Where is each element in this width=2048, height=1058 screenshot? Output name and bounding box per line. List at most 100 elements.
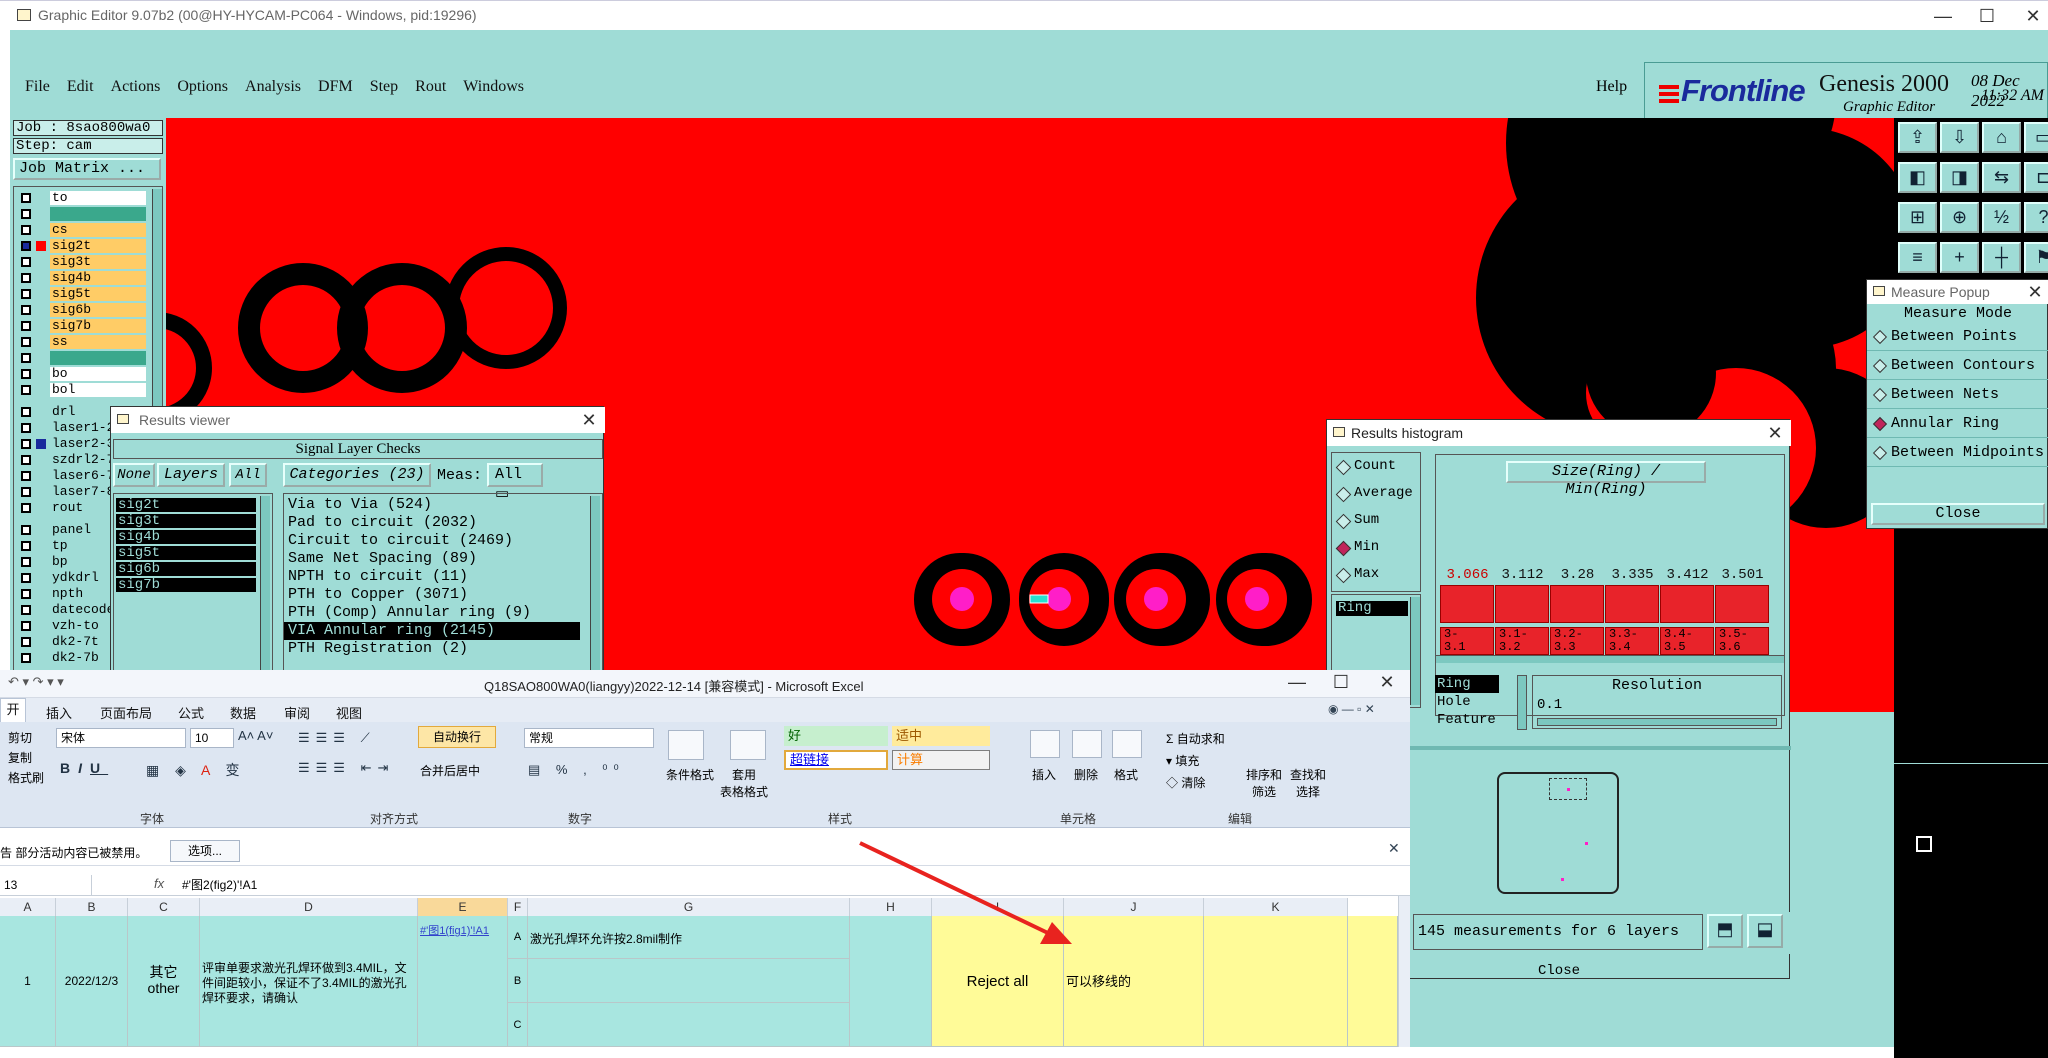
layer-checkbox[interactable]: [21, 455, 31, 465]
layer-checkbox[interactable]: [21, 589, 31, 599]
histogram-bar[interactable]: [1605, 585, 1659, 623]
tab-home[interactable]: 开始: [0, 698, 26, 739]
sort-filter-button[interactable]: 排序和 筛选: [1246, 766, 1282, 800]
column-header[interactable]: G: [528, 898, 850, 916]
autosum-button[interactable]: Σ 自动求和: [1166, 728, 1225, 750]
viewer-close-icon[interactable]: ✕: [577, 408, 601, 432]
layer-checkbox[interactable]: [21, 621, 31, 631]
measure-between-contours[interactable]: Between Contours: [1867, 351, 2048, 380]
viewer-layer-item[interactable]: sig5t: [116, 546, 256, 560]
tool-home-icon[interactable]: ⌂: [1982, 122, 2021, 153]
layer-checkbox[interactable]: [21, 273, 31, 283]
wrap-text-button[interactable]: 自动换行: [418, 726, 496, 748]
layer-row[interactable]: bs: [18, 351, 150, 365]
viewer-layer-scrollbar[interactable]: [260, 496, 270, 676]
tab-page-layout[interactable]: 页面布局: [100, 703, 152, 722]
tool-right-icon[interactable]: ◨: [1940, 162, 1979, 193]
menu-edit[interactable]: Edit: [67, 78, 94, 95]
category-item[interactable]: VIA Annular ring (2145): [284, 622, 580, 640]
style-good[interactable]: 好: [784, 726, 888, 746]
cell-j1[interactable]: 可以移线的: [1064, 916, 1204, 1047]
layer-checkbox[interactable]: [21, 321, 31, 331]
layer-row[interactable]: ss: [18, 335, 150, 349]
tool-pin-icon[interactable]: ⚑: [2024, 242, 2048, 273]
category-item[interactable]: Pad to circuit (2032): [284, 514, 602, 532]
style-neutral[interactable]: 适中: [892, 726, 990, 746]
layer-row[interactable]: bol: [18, 383, 150, 397]
ribbon-window-controls[interactable]: ◉ — ▫ ✕: [1328, 702, 1375, 716]
conditional-format-icon[interactable]: [668, 730, 704, 760]
tool-ratio-icon[interactable]: ½: [1982, 202, 2021, 233]
menu-help[interactable]: Help: [1596, 78, 1627, 96]
tab-data[interactable]: 数据: [230, 703, 256, 722]
tool-left-icon[interactable]: ◧: [1898, 162, 1937, 193]
export-icon[interactable]: ⬒: [1707, 914, 1743, 948]
measure-between-points[interactable]: Between Points: [1867, 322, 2048, 351]
font-name-select[interactable]: 宋体: [56, 728, 186, 748]
viewer-layer-item[interactable]: sig7b: [116, 578, 256, 592]
layer-row[interactable]: to: [18, 191, 150, 205]
excel-vertical-scrollbar[interactable]: [1398, 896, 1410, 1047]
quick-access-icons[interactable]: ↶ ▾ ↷ ▾ ▾: [8, 674, 64, 690]
cell-l1[interactable]: [1348, 916, 1398, 1047]
option-average[interactable]: Average: [1332, 480, 1420, 507]
layer-row[interactable]: ts: [18, 207, 150, 221]
layer-checkbox[interactable]: [21, 471, 31, 481]
fx-icon[interactable]: fx: [154, 876, 164, 891]
number-format-icons[interactable]: ▤ % , ⁰⁰: [528, 762, 625, 778]
histogram-bar[interactable]: [1495, 585, 1549, 623]
category-item[interactable]: PTH to Copper (3071): [284, 586, 602, 604]
feature-list-scrollbar[interactable]: [1517, 675, 1527, 730]
format-cells-icon[interactable]: [1112, 730, 1142, 758]
tab-formulas[interactable]: 公式: [178, 703, 204, 722]
viewer-layer-item[interactable]: sig6b: [116, 562, 256, 576]
tab-view[interactable]: 视图: [336, 703, 362, 722]
measure-between-midpoints[interactable]: Between Midpoints: [1867, 438, 2048, 467]
viewer-layer-item[interactable]: sig4b: [116, 530, 256, 544]
layer-checkbox[interactable]: [21, 289, 31, 299]
column-header[interactable]: J: [1064, 898, 1204, 916]
delete-cells-icon[interactable]: [1072, 730, 1102, 758]
excel-close-icon[interactable]: ✕: [1372, 670, 1402, 694]
cell-d1[interactable]: 评审单要求激光孔焊环做到3.4MIL，文件间距较小，保证不了3.4MIL的激光孔…: [200, 916, 418, 1047]
border-fill-color-icons[interactable]: ▦ ◈ A 变: [146, 760, 245, 780]
cell-c1[interactable]: 其它 other: [128, 916, 200, 1047]
category-item[interactable]: PTH Registration (2): [284, 640, 602, 658]
column-header[interactable]: F: [508, 898, 528, 916]
field-ring[interactable]: Ring: [1336, 601, 1408, 616]
meas-select[interactable]: All ▭: [487, 463, 543, 503]
column-header[interactable]: B: [56, 898, 128, 916]
align-top-icons[interactable]: ☰☰☰ ⟋: [298, 730, 376, 746]
list-feature[interactable]: Feature: [1435, 711, 1525, 729]
column-header[interactable]: I: [932, 898, 1064, 916]
tool-layers-icon[interactable]: ≡: [1898, 242, 1937, 273]
cell-g2[interactable]: [528, 959, 850, 1003]
tool-swap-icon[interactable]: ⇆: [1982, 162, 2021, 193]
layer-row[interactable]: sig4b: [18, 271, 150, 285]
measure-annular-ring[interactable]: Annular Ring: [1867, 409, 2048, 438]
layer-checkbox[interactable]: [21, 337, 31, 347]
tool-window-icon[interactable]: ▭: [2024, 122, 2048, 153]
layer-checkbox[interactable]: [21, 305, 31, 315]
menu-rout[interactable]: Rout: [415, 78, 446, 95]
none-button[interactable]: None: [113, 463, 155, 487]
category-item[interactable]: PTH (Comp) Annular ring (9): [284, 604, 602, 622]
column-header[interactable]: A: [0, 898, 56, 916]
insert-cells-icon[interactable]: [1030, 730, 1060, 758]
layer-checkbox[interactable]: [21, 557, 31, 567]
menu-file[interactable]: File: [25, 78, 50, 95]
layer-checkbox[interactable]: [21, 193, 31, 203]
align-icons[interactable]: ☰☰☰ ⇤⇥: [298, 760, 394, 776]
number-format-select[interactable]: 常规: [524, 728, 654, 748]
report-icon[interactable]: ⬓: [1747, 914, 1783, 948]
option-min[interactable]: Min: [1332, 534, 1420, 561]
histogram-bar[interactable]: [1660, 585, 1714, 623]
tool-help-icon[interactable]: ?: [2024, 202, 2048, 233]
layer-row[interactable]: bo: [18, 367, 150, 381]
insert-cells-button[interactable]: 插入: [1032, 766, 1056, 783]
layer-checkbox[interactable]: [21, 573, 31, 583]
menu-step[interactable]: Step: [370, 78, 398, 95]
formula-input[interactable]: #'图2(fig2)'!A1: [182, 876, 257, 893]
category-item[interactable]: Via to Via (524): [284, 496, 602, 514]
layer-checkbox[interactable]: [21, 385, 31, 395]
